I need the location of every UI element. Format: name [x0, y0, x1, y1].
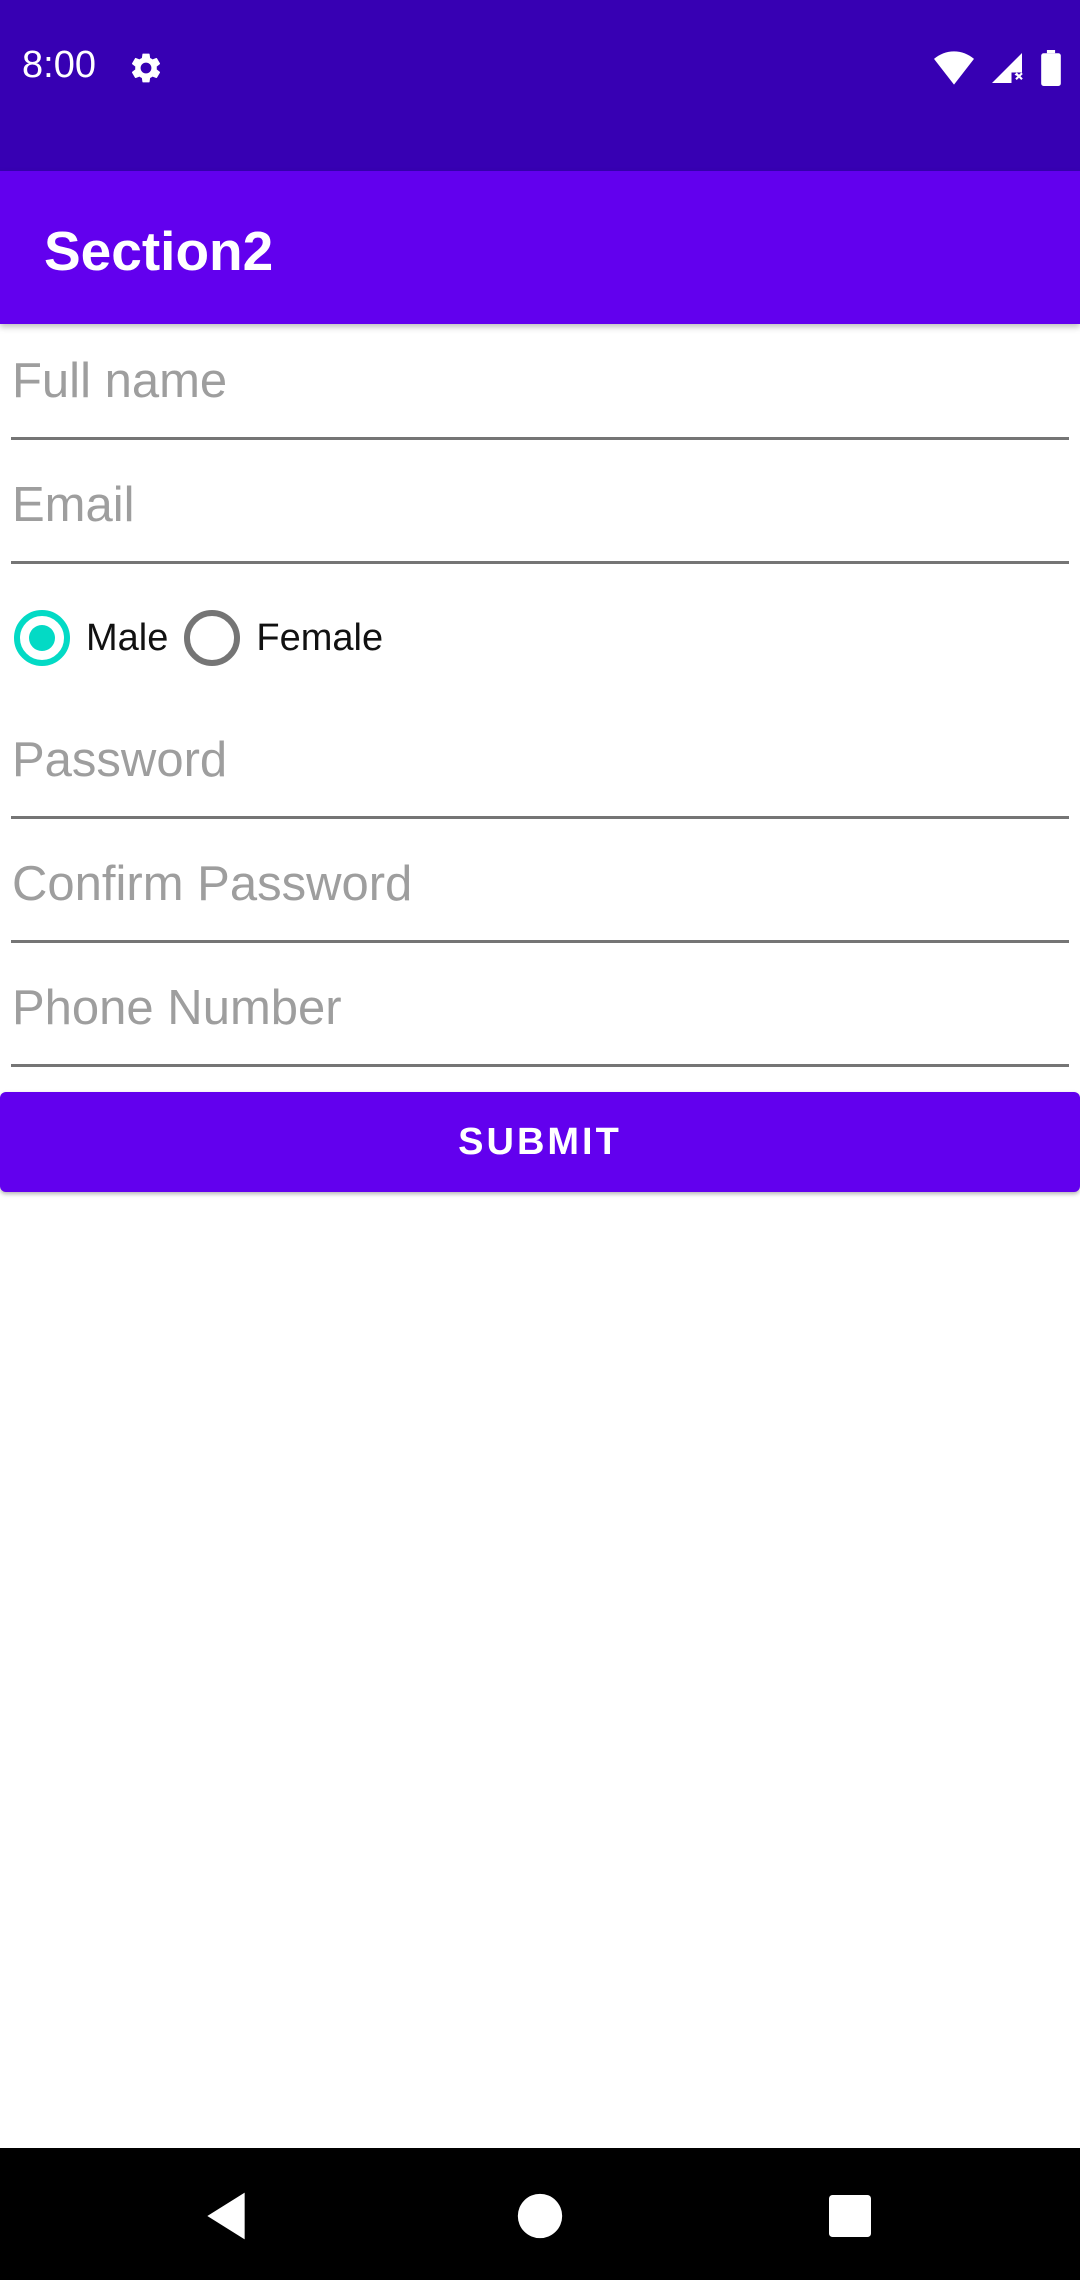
- status-bar: 8:00: [0, 0, 1080, 171]
- submit-button[interactable]: SUBMIT: [0, 1092, 1080, 1192]
- status-icons: [934, 48, 1062, 88]
- email-field[interactable]: [11, 454, 1069, 564]
- email-field-container: [11, 454, 1069, 564]
- full-name-field[interactable]: [11, 330, 1069, 440]
- confirm-password-field[interactable]: [11, 833, 1069, 943]
- radio-option-female[interactable]: Female: [184, 610, 383, 666]
- status-time: 8:00: [22, 44, 96, 86]
- radio-button-female[interactable]: [184, 610, 241, 666]
- password-field[interactable]: [11, 709, 1069, 819]
- phone-field[interactable]: [11, 957, 1069, 1067]
- full-name-field-container: [11, 330, 1069, 440]
- wifi-icon: [934, 51, 974, 85]
- confirm-password-field-container: [11, 833, 1069, 943]
- phone-field-container: [11, 957, 1069, 1067]
- gear-icon: [131, 53, 161, 83]
- page-title: Section2: [44, 220, 274, 282]
- signal-icon: [992, 53, 1023, 83]
- radio-label-male: Male: [86, 616, 169, 659]
- radio-label-female: Female: [256, 616, 384, 659]
- radio-option-male[interactable]: Male: [14, 610, 168, 666]
- password-field-container: [11, 709, 1069, 819]
- radio-button-male[interactable]: [14, 610, 70, 666]
- home-icon[interactable]: [510, 2188, 570, 2244]
- back-icon[interactable]: [196, 2188, 256, 2244]
- app-bar: Section2: [0, 171, 1080, 324]
- battery-icon: [1041, 50, 1061, 86]
- gender-radio-group: Male Female: [14, 602, 399, 674]
- recents-icon[interactable]: [820, 2188, 880, 2244]
- navigation-bar: [0, 2148, 1080, 2280]
